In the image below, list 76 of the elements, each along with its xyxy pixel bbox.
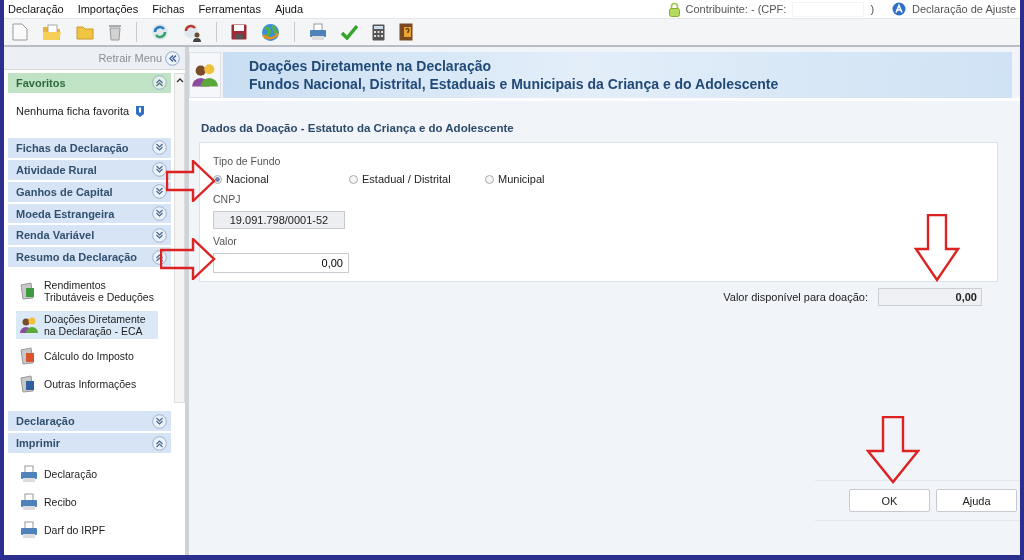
sidebar-item[interactable]: Rendimentos Tributáveis e Deduções	[16, 277, 158, 306]
form-title: Dados da Doação - Estatuto da Criança e do Adolescente	[201, 122, 515, 134]
help-book-icon[interactable]	[399, 23, 413, 41]
section-header[interactable]: Resumo da Declaração	[8, 247, 171, 268]
sidebar-item[interactable]: Cálculo do Imposto	[16, 345, 158, 368]
menu-item[interactable]: Fichas	[152, 3, 185, 15]
declaration-type: Declaração de Ajuste	[912, 3, 1016, 15]
collapse-left-icon[interactable]	[165, 50, 180, 66]
save-icon[interactable]	[231, 24, 247, 40]
available-label: Valor disponível para doação:	[723, 291, 868, 303]
chevron-up-icon[interactable]	[152, 249, 167, 265]
printer-icon	[20, 521, 38, 539]
menu-item[interactable]: Declaração	[8, 3, 64, 15]
page-title: Doações Diretamente na Declaração	[249, 58, 492, 74]
people-icon	[20, 316, 38, 335]
chevron-up-icon[interactable]	[152, 435, 167, 451]
radio-option[interactable]: Municipal	[485, 173, 621, 185]
menu-item[interactable]: Ajuda	[274, 3, 304, 15]
empty-favorites-text: Nenhuma ficha favorita	[16, 105, 130, 118]
scroll-up-icon[interactable]	[175, 77, 184, 83]
lock-icon	[668, 1, 680, 17]
value-input[interactable]: 0,00	[213, 253, 349, 273]
section-header[interactable]: Moeda Estrangeira	[8, 203, 171, 224]
field-label: CNPJ	[213, 193, 241, 205]
sidebar-item[interactable]: Recibo	[16, 491, 158, 513]
scrollbar[interactable]	[174, 73, 185, 403]
sidebar-item[interactable]: Declaração	[16, 463, 158, 485]
paren-text: )	[870, 3, 875, 15]
radio-button[interactable]	[485, 174, 494, 184]
sidebar-item[interactable]: Darf do IRPF	[16, 519, 158, 541]
people-icon	[192, 61, 218, 89]
trash-icon[interactable]	[108, 23, 122, 41]
dialog-button[interactable]: Ajuda	[936, 489, 1017, 512]
chevron-up-icon[interactable]	[152, 75, 167, 91]
info-icon	[135, 104, 146, 118]
chevron-down-icon[interactable]	[152, 206, 167, 221]
calculator-icon[interactable]	[372, 23, 385, 41]
radio-option[interactable]: Estadual / Distrital	[349, 173, 485, 185]
available-field: 0,00	[878, 288, 982, 306]
cnpj-field: 19.091.798/0001-52	[213, 211, 345, 229]
new-file-icon[interactable]	[12, 23, 28, 41]
printer-icon	[20, 465, 38, 483]
chevron-down-icon[interactable]	[152, 413, 167, 429]
chevron-down-icon[interactable]	[152, 227, 167, 243]
sidebar-item[interactable]: Outras Informações	[16, 373, 158, 396]
section-header[interactable]: Ganhos de Capital	[8, 181, 171, 202]
section-header[interactable]: Atividade Rural	[8, 159, 171, 180]
radio-button[interactable]	[213, 174, 222, 184]
printer-icon	[20, 493, 38, 511]
sidebar-item[interactable]: Doações Diretamente na Declaração - ECA	[16, 311, 158, 340]
section-header[interactable]: Declaração	[8, 411, 171, 432]
section-header[interactable]: Fichas da Declaração	[8, 137, 171, 158]
field-label: Valor	[213, 235, 237, 247]
folder-icon[interactable]	[76, 24, 94, 40]
section-header[interactable]: Imprimir	[8, 433, 171, 453]
radio-button[interactable]	[349, 174, 358, 184]
taxpayer-label: Contribuinte: - (CPF:	[685, 3, 787, 15]
field-label: Tipo de Fundo	[213, 155, 281, 167]
globe-icon[interactable]	[261, 22, 280, 42]
chevron-down-icon[interactable]	[152, 140, 167, 156]
open-folder-icon[interactable]	[42, 23, 62, 41]
menu-item[interactable]: Importações	[77, 3, 139, 15]
printer-icon[interactable]	[309, 23, 327, 41]
page-subtitle: Fundos Nacional, Distrital, Estaduais e Municipais da Criança e do Adolescente	[249, 76, 780, 92]
sync-icon[interactable]	[151, 23, 169, 41]
radio-option[interactable]: Nacional	[213, 173, 349, 185]
checkmark-icon[interactable]	[341, 24, 358, 40]
arrow-annotation	[866, 416, 920, 484]
section-header[interactable]: Favoritos	[8, 73, 171, 93]
arrow-annotation	[914, 214, 960, 282]
section-header[interactable]: Renda Variável	[8, 225, 171, 246]
menu-item[interactable]: Ferramentas	[198, 3, 261, 15]
person-sync-icon[interactable]	[183, 22, 202, 42]
chevron-down-icon[interactable]	[152, 162, 167, 178]
dialog-button[interactable]: OK	[849, 489, 930, 512]
chevron-down-icon[interactable]	[152, 184, 167, 200]
